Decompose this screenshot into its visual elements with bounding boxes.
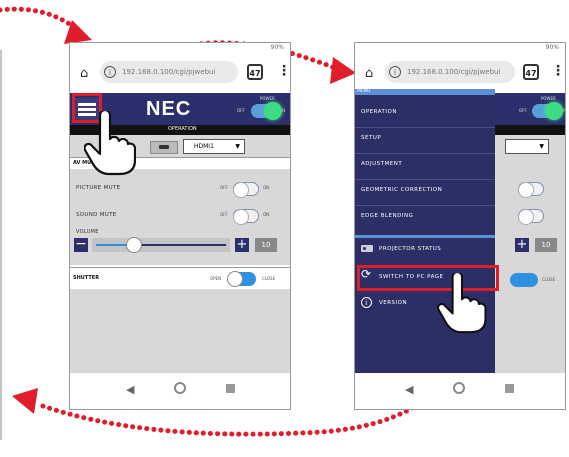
volume-value: 10 [255, 238, 277, 252]
url-text: 192.168.0.100/cgi/pjwebui [122, 68, 216, 76]
status-bar: 90% [355, 43, 565, 53]
power-toggle[interactable] [251, 102, 282, 120]
content-fill [70, 289, 290, 373]
android-nav-bar: ◀ [355, 373, 565, 409]
volume-minus-button[interactable]: − [74, 237, 88, 252]
power-toggle[interactable] [532, 102, 563, 120]
arrowhead-top-middle [330, 57, 356, 84]
menu-title: MENU [357, 89, 371, 94]
left-phone: 90% ⌂ i 192.168.0.100/cgi/pjwebui 47 ⋮ N… [69, 42, 291, 410]
projector-icon [361, 245, 373, 252]
input-select-value: HDMI1 [194, 143, 214, 150]
sound-off-label: OFF [220, 212, 228, 217]
back-nav-icon[interactable]: ◀ [126, 383, 134, 396]
volume-track-fill [96, 244, 130, 246]
browser-bar: ⌂ i 192.168.0.100/cgi/pjwebui 47 ⋮ [70, 53, 290, 93]
content-behind [485, 135, 565, 373]
volume-plus-behind: + [515, 237, 529, 252]
menu-item-setup[interactable]: SETUP [355, 131, 495, 151]
url-field[interactable]: i 192.168.0.100/cgi/pjwebui [100, 61, 238, 83]
battery-text: 90% [270, 44, 284, 51]
select-behind: ▼ [505, 139, 549, 154]
shutter-close-behind: CLOSE [542, 277, 556, 282]
shutter-toggle[interactable] [227, 271, 256, 287]
kebab-menu-icon[interactable]: ⋮ [551, 63, 565, 79]
picture-mute-toggle[interactable] [233, 182, 259, 198]
shutter-open-label: OPEN [210, 276, 222, 281]
top-left-arrow-path [0, 6, 78, 31]
power-off-label: OFF [519, 108, 527, 113]
shutter-toggle-knob [227, 271, 243, 287]
recents-nav-icon[interactable] [226, 384, 235, 393]
menu-item-edge-blending[interactable]: EDGE BLENDING [355, 209, 495, 229]
chevron-down-icon: ▼ [235, 143, 240, 150]
volume-label: VOLUME [76, 229, 99, 235]
sound-mute-label: SOUND MUTE [76, 212, 117, 218]
status-bar: 90% [70, 43, 290, 53]
volume-plus-button[interactable]: + [235, 238, 249, 252]
hdmi-port-icon [150, 141, 178, 154]
menu-divider-bar [355, 235, 495, 238]
tab-count-button[interactable]: 47 [247, 64, 263, 80]
operation-bar-behind [485, 125, 565, 135]
menu-title-bar: MENU [355, 89, 495, 95]
shutter-toggle-behind [510, 273, 538, 287]
back-nav-icon[interactable]: ◀ [405, 383, 413, 396]
operation-title: OPERATION [168, 126, 197, 132]
volume-slider-knob[interactable] [126, 237, 142, 253]
shutter-row: SHUTTER OPEN CLOSE [70, 267, 290, 290]
volume-value-behind: 10 [535, 238, 557, 252]
toggle-behind-1 [518, 182, 544, 198]
shutter-close-label: CLOSE [262, 276, 276, 281]
picture-off-label: OFF [220, 185, 228, 190]
toggle-behind-2 [518, 209, 544, 225]
info-icon: i [104, 66, 116, 78]
hand-pointer-icon [437, 273, 487, 334]
hand-pointer-icon [84, 111, 136, 176]
browser-bar: ⌂ i 192.168.0.100/cgi/pjwebui 47 ⋮ [355, 53, 565, 93]
volume-track [130, 244, 226, 246]
power-off-label: OFF [237, 108, 245, 113]
url-text: 192.168.0.100/cgi/pjwebui [407, 68, 501, 76]
menu-item-operation[interactable]: OPERATION [355, 105, 495, 125]
volume-slider[interactable] [92, 237, 230, 253]
power-label: POWER [260, 96, 275, 101]
av-mute-panel: PICTURE MUTE OFF ON SOUND MUTE OFF ON VO… [70, 169, 290, 265]
right-phone: 90% ⌂ i 192.168.0.100/cgi/pjwebui 47 ⋮ P… [354, 42, 566, 410]
recents-nav-icon[interactable] [505, 384, 514, 393]
menu-item-adjustment[interactable]: ADJUSTMENT [355, 157, 495, 177]
battery-text: 90% [545, 44, 559, 51]
home-nav-icon[interactable] [453, 382, 465, 394]
sound-on-label: ON [263, 212, 270, 217]
kebab-menu-icon[interactable]: ⋮ [277, 63, 290, 79]
power-label: POWER [541, 96, 556, 101]
picture-mute-label: PICTURE MUTE [76, 185, 121, 191]
nec-logo: NEC [146, 98, 192, 120]
home-nav-icon[interactable] [174, 382, 186, 394]
home-icon[interactable]: ⌂ [365, 66, 373, 81]
url-field[interactable]: i 192.168.0.100/cgi/pjwebui [385, 61, 515, 83]
info-circle-icon: i [361, 297, 372, 308]
picture-on-label: ON [263, 185, 270, 190]
android-nav-bar: ◀ [70, 373, 290, 409]
arrowhead-bottom [12, 388, 38, 414]
menu-item-projector-status[interactable]: PROJECTOR STATUS [355, 241, 495, 263]
info-icon: i [389, 66, 401, 78]
tab-count-button[interactable]: 47 [523, 64, 539, 80]
power-toggle-knob [264, 102, 282, 120]
sound-mute-toggle[interactable] [233, 209, 259, 225]
shutter-label: SHUTTER [73, 275, 100, 281]
home-icon[interactable]: ⌂ [80, 66, 88, 81]
input-select[interactable]: HDMI1 ▼ [183, 139, 245, 154]
menu-item-geometric-correction[interactable]: GEOMETRIC CORRECTION [355, 183, 495, 203]
app-header-behind: POWER OFF ON [485, 93, 565, 125]
